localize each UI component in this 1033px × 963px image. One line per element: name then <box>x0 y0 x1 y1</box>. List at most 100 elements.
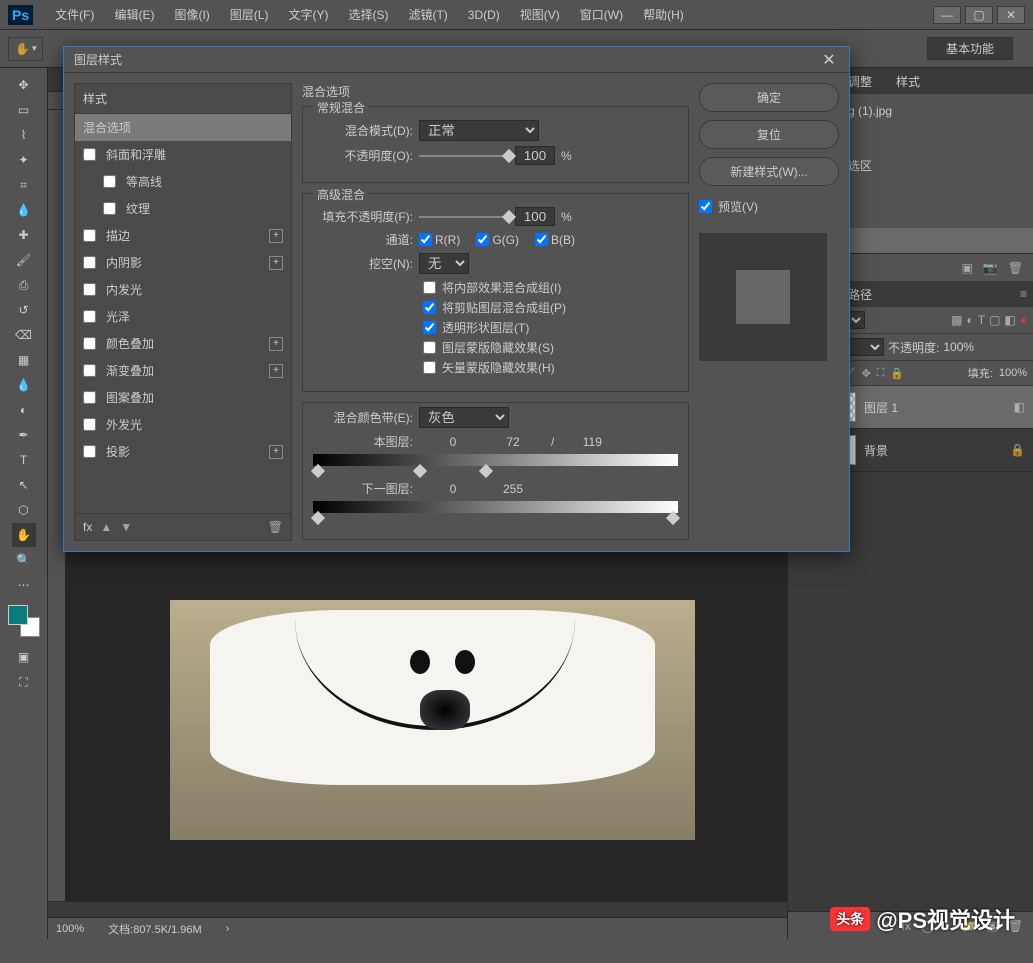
menu-filter[interactable]: 滤镜(T) <box>398 2 457 27</box>
blend-if-select[interactable]: 灰色 <box>419 407 509 428</box>
canvas-scrollbar[interactable] <box>48 901 787 917</box>
cb-inner-group[interactable] <box>423 281 436 294</box>
plus-icon[interactable]: + <box>269 445 283 459</box>
plus-icon[interactable]: + <box>269 364 283 378</box>
lock-pos-icon[interactable]: ✥ <box>861 367 870 380</box>
quick-mask-toggle[interactable]: ▣ <box>12 645 36 669</box>
style-item-7[interactable]: 光泽 <box>75 303 291 330</box>
menu-image[interactable]: 图像(I) <box>164 2 219 27</box>
style-checkbox[interactable] <box>83 229 96 242</box>
new-snapshot-icon[interactable]: ▣ <box>961 261 972 275</box>
style-item-11[interactable]: 外发光 <box>75 411 291 438</box>
menu-edit[interactable]: 编辑(E) <box>104 2 164 27</box>
history-brush-tool[interactable]: ↺ <box>12 298 36 322</box>
style-item-1[interactable]: 斜面和浮雕 <box>75 141 291 168</box>
tab-styles[interactable]: 样式 <box>884 69 932 94</box>
doc-size-info[interactable]: 文档:807.5K/1.96M <box>108 921 202 937</box>
style-checkbox[interactable] <box>83 418 96 431</box>
healing-tool[interactable]: ✚ <box>12 223 36 247</box>
lock-all-icon[interactable]: 🔒 <box>890 367 904 380</box>
style-item-12[interactable]: 投影+ <box>75 438 291 465</box>
style-checkbox[interactable] <box>83 310 96 323</box>
dialog-close-button[interactable]: ✕ <box>819 50 839 70</box>
filter-toggle-icon[interactable]: ● <box>1020 313 1027 327</box>
style-checkbox[interactable] <box>83 364 96 377</box>
stamp-tool[interactable]: ⎙ <box>12 273 36 297</box>
style-item-9[interactable]: 渐变叠加+ <box>75 357 291 384</box>
type-tool[interactable]: T <box>12 448 36 472</box>
foreground-color-swatch[interactable] <box>8 605 28 625</box>
style-item-3[interactable]: 纹理 <box>75 195 291 222</box>
plus-icon[interactable]: + <box>269 229 283 243</box>
cb-clip-group[interactable] <box>423 301 436 314</box>
screen-mode-toggle[interactable]: ⛶ <box>12 670 36 694</box>
style-checkbox[interactable] <box>83 283 96 296</box>
cb-layer-mask-hide[interactable] <box>423 341 436 354</box>
close-window-button[interactable]: ✕ <box>997 6 1025 24</box>
style-item-10[interactable]: 图案叠加 <box>75 384 291 411</box>
trash-icon[interactable]: 🗑 <box>1008 261 1023 275</box>
link-icon[interactable]: ◧ <box>1014 400 1025 414</box>
opacity-value[interactable]: 100% <box>943 340 974 354</box>
blur-tool[interactable]: 💧 <box>12 373 36 397</box>
channel-b-checkbox[interactable] <box>535 233 548 246</box>
lasso-tool[interactable]: ⌇ <box>12 123 36 147</box>
menu-layer[interactable]: 图层(L) <box>220 2 279 27</box>
current-tool-indicator[interactable]: ✋▾ <box>8 37 43 61</box>
eyedropper-tool[interactable]: 💧 <box>12 198 36 222</box>
filter-shape-icon[interactable]: ▢ <box>989 313 1000 327</box>
ok-button[interactable]: 确定 <box>699 83 839 112</box>
fx-icon[interactable]: fx <box>83 520 92 534</box>
fill-value[interactable]: 100% <box>999 367 1027 379</box>
plus-icon[interactable]: + <box>269 337 283 351</box>
eraser-tool[interactable]: ⌫ <box>12 323 36 347</box>
lock-artboard-icon[interactable]: ⛶ <box>877 367 885 380</box>
style-item-2[interactable]: 等高线 <box>75 168 291 195</box>
menu-3d[interactable]: 3D(D) <box>458 4 510 26</box>
style-checkbox[interactable] <box>103 202 116 215</box>
filter-adjust-icon[interactable]: ◐ <box>966 313 973 327</box>
opacity-slider[interactable] <box>419 155 509 157</box>
under-layer-gradient[interactable] <box>313 501 678 513</box>
arrow-up-icon[interactable]: ▲ <box>100 520 112 534</box>
shape-tool[interactable]: ⬡ <box>12 498 36 522</box>
style-checkbox[interactable] <box>83 256 96 269</box>
camera-icon[interactable]: 📷 <box>983 261 998 275</box>
filter-smart-icon[interactable]: ◧ <box>1004 313 1015 327</box>
style-checkbox[interactable] <box>83 391 96 404</box>
style-item-6[interactable]: 内发光 <box>75 276 291 303</box>
channel-r-checkbox[interactable] <box>419 233 432 246</box>
new-style-button[interactable]: 新建样式(W)... <box>699 157 839 186</box>
fill-opacity-slider[interactable] <box>419 216 509 218</box>
gradient-tool[interactable]: ▦ <box>12 348 36 372</box>
path-select-tool[interactable]: ↖ <box>12 473 36 497</box>
style-checkbox[interactable] <box>103 175 116 188</box>
cancel-button[interactable]: 复位 <box>699 120 839 149</box>
crop-tool[interactable]: ⌗ <box>12 173 36 197</box>
zoom-level[interactable]: 100% <box>56 923 84 935</box>
this-layer-gradient[interactable] <box>313 454 678 466</box>
trash-icon[interactable]: 🗑 <box>268 520 283 534</box>
preview-checkbox[interactable] <box>699 200 712 213</box>
layer-name[interactable]: 图层 1 <box>864 399 898 416</box>
filter-pixel-icon[interactable]: ▩ <box>951 313 962 327</box>
blend-mode-select[interactable]: 正常 <box>419 120 539 141</box>
style-item-0[interactable]: 混合选项 <box>75 114 291 141</box>
channel-g-checkbox[interactable] <box>476 233 489 246</box>
pen-tool[interactable]: ✒ <box>12 423 36 447</box>
menu-select[interactable]: 选择(S) <box>338 2 398 27</box>
style-item-4[interactable]: 描边+ <box>75 222 291 249</box>
minimize-button[interactable]: — <box>933 6 961 24</box>
layer-name[interactable]: 背景 <box>864 442 888 459</box>
opacity-input[interactable] <box>515 146 555 165</box>
menu-view[interactable]: 视图(V) <box>510 2 570 27</box>
dialog-titlebar[interactable]: 图层样式 ✕ <box>64 47 849 73</box>
style-checkbox[interactable] <box>83 337 96 350</box>
style-item-8[interactable]: 颜色叠加+ <box>75 330 291 357</box>
style-checkbox[interactable] <box>83 445 96 458</box>
workspace-dropdown[interactable]: 基本功能 <box>927 37 1013 60</box>
menu-help[interactable]: 帮助(H) <box>633 2 694 27</box>
menu-type[interactable]: 文字(Y) <box>278 2 338 27</box>
color-swatches[interactable] <box>8 605 40 637</box>
marquee-tool[interactable]: ▭ <box>12 98 36 122</box>
